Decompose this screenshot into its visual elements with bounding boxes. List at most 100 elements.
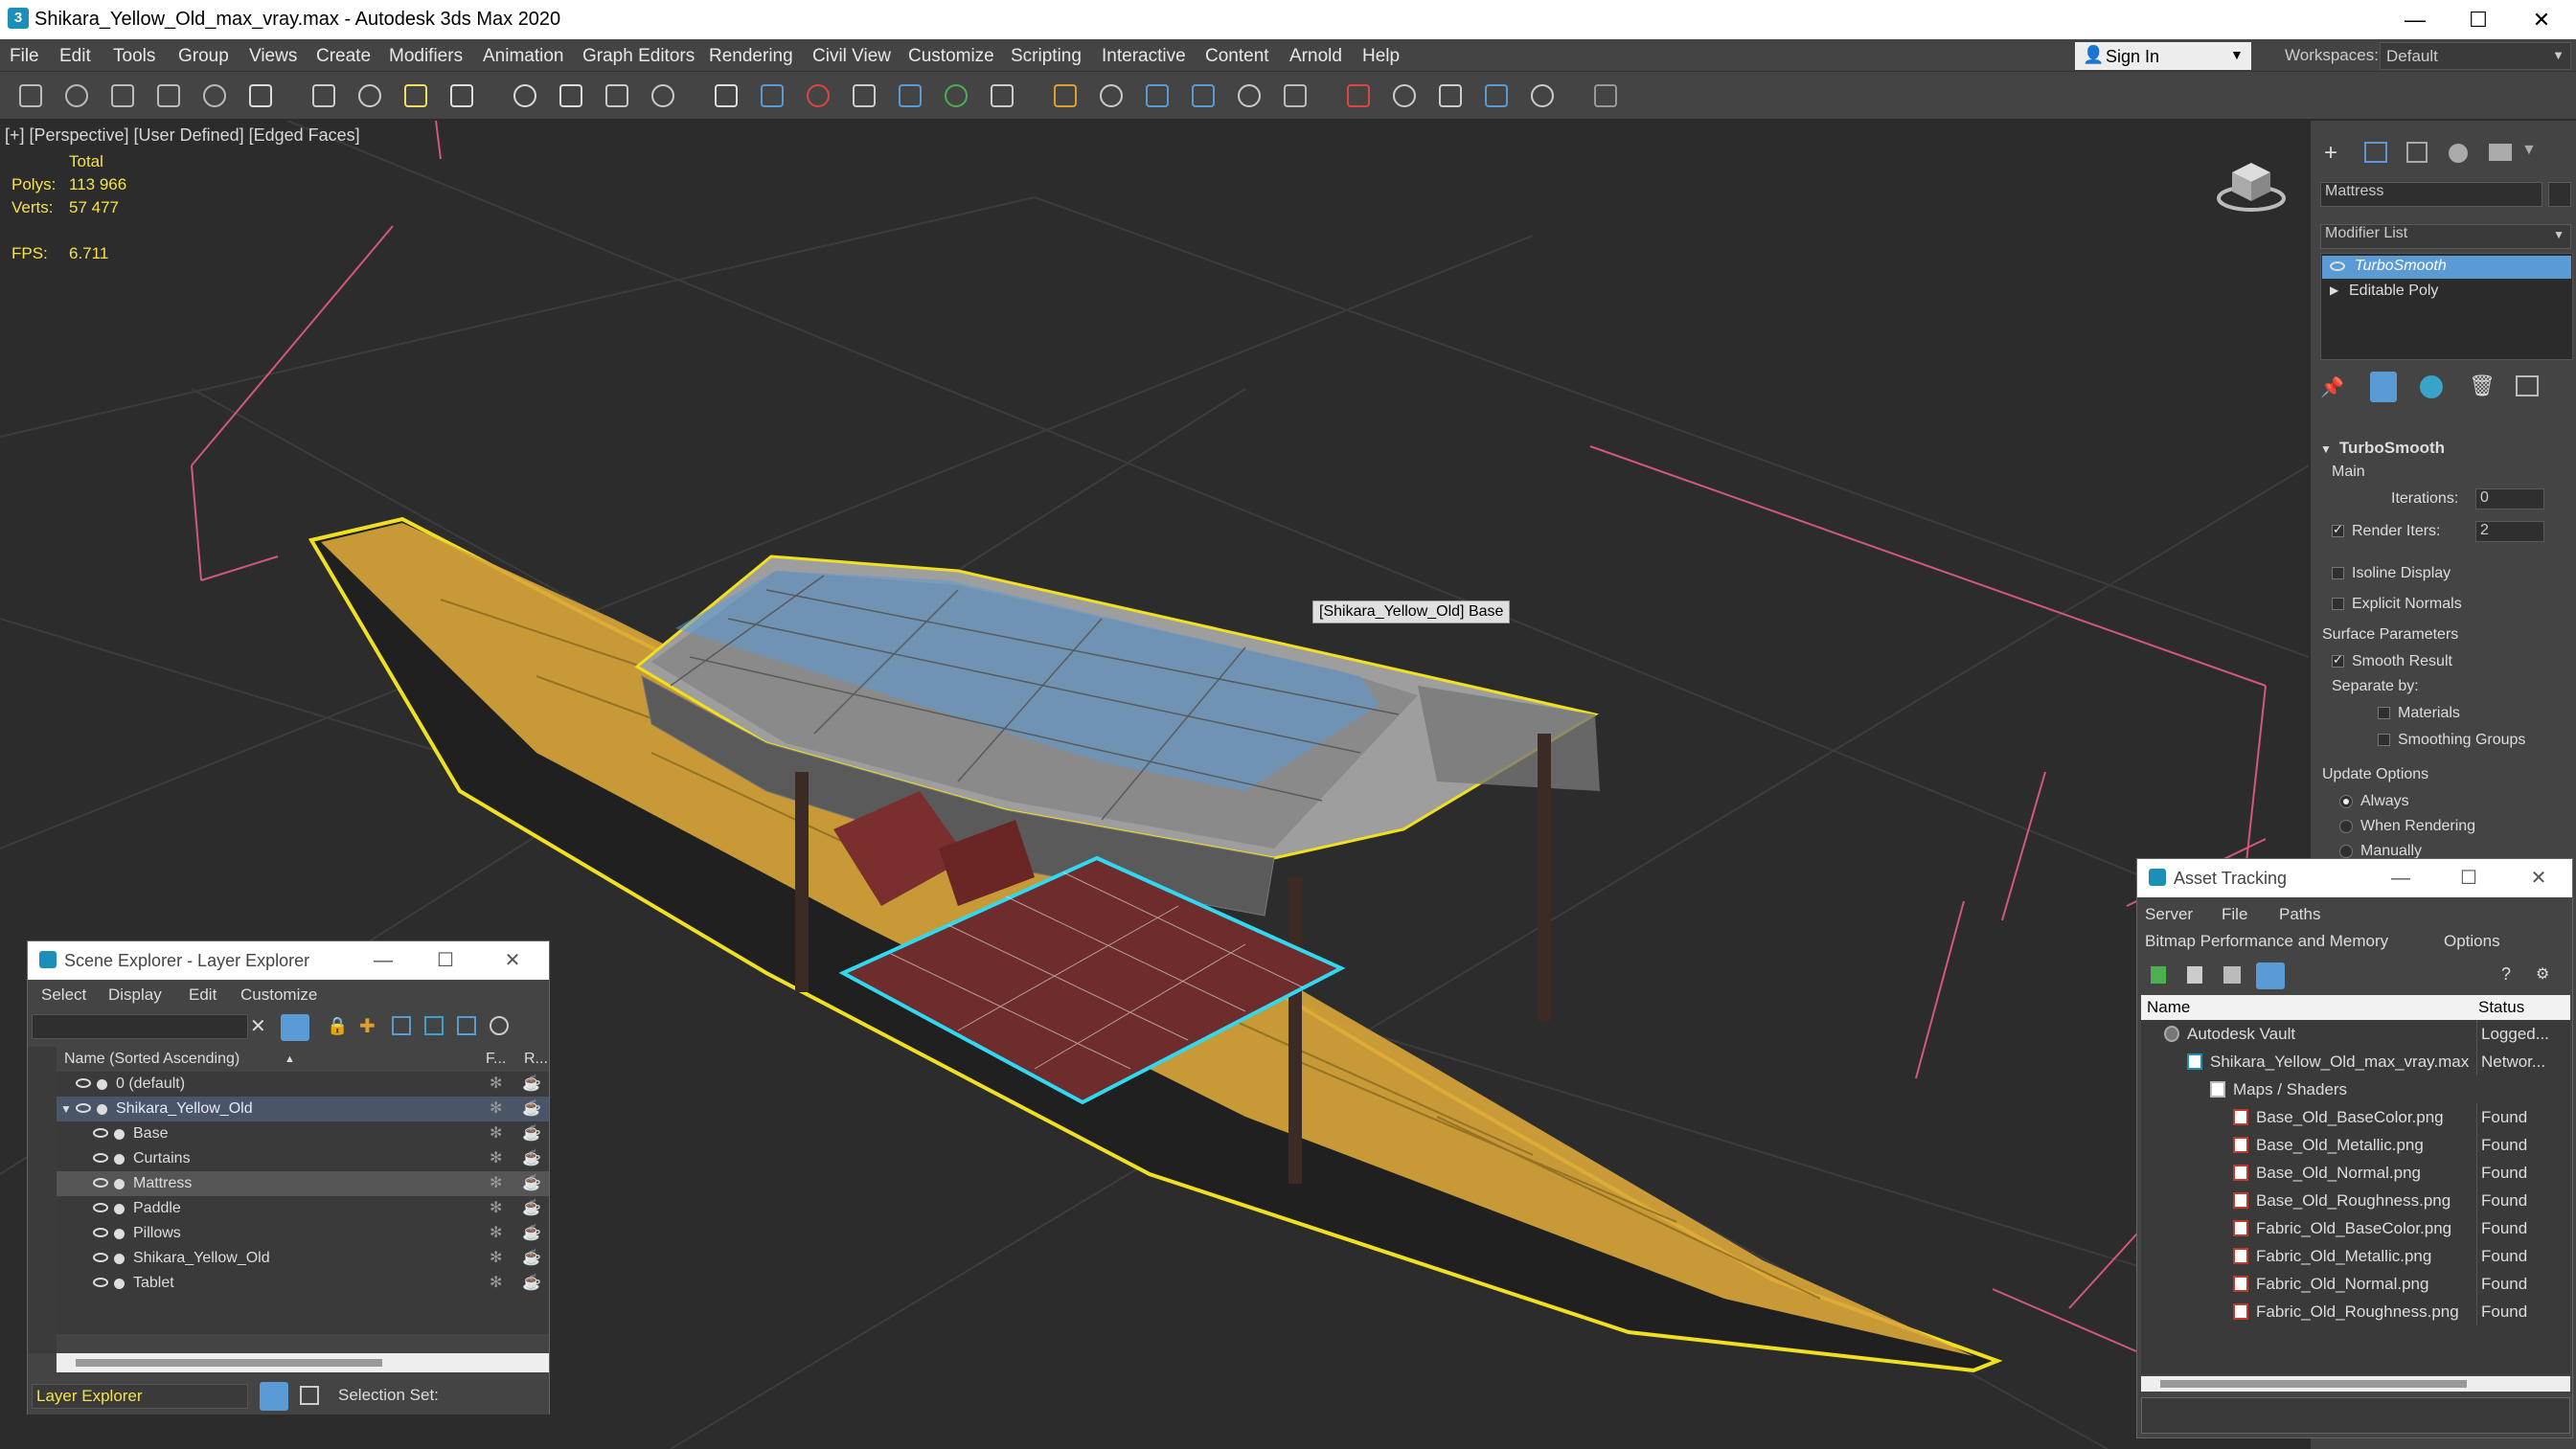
at-menu-server[interactable]: Server <box>2145 905 2193 924</box>
move-icon[interactable] <box>513 84 536 107</box>
keyboard-shortcut-icon[interactable] <box>715 84 738 107</box>
isoline-display-checkbox[interactable] <box>2332 567 2344 580</box>
menu-customize[interactable]: Customize <box>908 46 994 67</box>
menu-graph-editors[interactable]: Graph Editors <box>582 46 695 67</box>
smooth-result-row[interactable]: Smooth Result <box>2332 652 2452 670</box>
menu-arnold[interactable]: Arnold <box>1289 46 1342 67</box>
stack-item-editable-poly[interactable]: ▶ Editable Poly <box>2322 281 2571 304</box>
iterations-spinner[interactable]: 0 <box>2475 488 2544 509</box>
freeze-icon[interactable]: ✻ <box>490 1221 502 1246</box>
render-toggle-icon[interactable] <box>114 1254 125 1264</box>
create-tab-icon[interactable]: + <box>2324 140 2337 167</box>
eye-icon[interactable] <box>93 1278 108 1287</box>
asset-row[interactable]: Base_Old_Normal.png Found <box>2141 1159 2570 1187</box>
sign-in-button[interactable]: 👤 Sign In ▼ <box>2075 42 2251 70</box>
rect-region-icon[interactable] <box>404 84 427 107</box>
layers-icon[interactable] <box>392 1016 411 1035</box>
freeze-icon[interactable]: ✻ <box>490 1072 502 1097</box>
asset-row[interactable]: Base_Old_BaseColor.png Found <box>2141 1103 2570 1131</box>
object-row[interactable]: Curtains ✻ ☕ <box>57 1146 549 1171</box>
freeze-icon[interactable]: ✻ <box>490 1097 502 1121</box>
curve-editor-icon[interactable] <box>1238 84 1261 107</box>
minimize-button[interactable]: — <box>353 941 413 980</box>
se-menu-display[interactable]: Display <box>108 985 162 1005</box>
menu-modifiers[interactable]: Modifiers <box>389 46 463 67</box>
viewport-label[interactable]: [+] [Perspective] [User Defined] [Edged … <box>5 125 360 146</box>
object-name-input[interactable]: Mattress <box>2320 182 2542 207</box>
asset-row[interactable]: Base_Old_Roughness.png Found <box>2141 1187 2570 1214</box>
asset-row[interactable]: Fabric_Old_BaseColor.png Found <box>2141 1214 2570 1242</box>
explicit-normals-row[interactable]: Explicit Normals <box>2332 596 2462 613</box>
table-view-icon[interactable] <box>2256 962 2285 989</box>
settings-icon[interactable]: ⚙ <box>2536 964 2549 984</box>
minimize-button[interactable]: — <box>2385 0 2445 39</box>
renderable-icon[interactable]: ☕ <box>522 1271 541 1296</box>
column-status-header[interactable]: Status <box>2478 995 2524 1020</box>
materials-checkbox[interactable] <box>2378 707 2390 720</box>
at-menu-options[interactable]: Options <box>2444 932 2500 951</box>
show-end-result-icon[interactable] <box>2370 372 2397 402</box>
detail-view-icon[interactable] <box>2223 966 2241 984</box>
select-by-name-icon[interactable] <box>358 84 381 107</box>
update-when-rendering-radio[interactable] <box>2339 819 2353 833</box>
align-icon[interactable] <box>1054 84 1077 107</box>
horizontal-scrollbar[interactable] <box>2141 1376 2570 1392</box>
column-name-header[interactable]: Name <box>2147 995 2190 1020</box>
clear-search-icon[interactable]: ✕ <box>250 1014 266 1038</box>
close-button[interactable]: ✕ <box>2512 0 2571 39</box>
freeze-icon[interactable]: ✻ <box>490 1271 502 1296</box>
isoline-display-row[interactable]: Isoline Display <box>2332 565 2451 582</box>
renderable-icon[interactable]: ☕ <box>522 1246 541 1271</box>
turbosmooth-rollout-title[interactable]: ▼ TurboSmooth <box>2320 439 2445 458</box>
object-row[interactable]: Tablet ✻ ☕ <box>57 1271 549 1296</box>
freeze-icon[interactable]: ✻ <box>490 1121 502 1146</box>
expand-icon[interactable]: ▼ <box>60 1097 72 1121</box>
menu-rendering[interactable]: Rendering <box>709 46 793 67</box>
display-tab-icon[interactable] <box>2489 144 2512 161</box>
redo-icon[interactable] <box>65 84 88 107</box>
asset-row[interactable]: Base_Old_Metallic.png Found <box>2141 1131 2570 1159</box>
hierarchy-icon[interactable] <box>424 1016 444 1035</box>
render-icon[interactable] <box>1485 84 1508 107</box>
freeze-icon[interactable]: ✻ <box>490 1171 502 1196</box>
se-menu-select[interactable]: Select <box>41 985 86 1005</box>
menu-edit[interactable]: Edit <box>59 46 91 67</box>
renderable-icon[interactable]: ☕ <box>522 1221 541 1246</box>
spinner-snap-icon[interactable] <box>899 84 922 107</box>
viewcube[interactable] <box>2208 148 2294 215</box>
close-button[interactable]: ✕ <box>2509 859 2568 897</box>
stack-item-turbosmooth[interactable]: TurboSmooth <box>2322 256 2571 279</box>
se-menu-edit[interactable]: Edit <box>189 985 217 1005</box>
hierarchy-explorer-icon[interactable] <box>300 1386 319 1405</box>
horizontal-scrollbar[interactable] <box>57 1353 549 1372</box>
schematic-view-icon[interactable] <box>1284 84 1307 107</box>
eye-icon[interactable] <box>93 1178 108 1188</box>
renderable-icon[interactable]: ☕ <box>522 1171 541 1196</box>
eye-icon[interactable] <box>93 1253 108 1262</box>
object-row[interactable]: Pillows ✻ ☕ <box>57 1221 549 1246</box>
add-layer-icon[interactable]: ✚ <box>359 1014 376 1038</box>
update-manually-radio[interactable] <box>2339 844 2353 858</box>
menu-civil-view[interactable]: Civil View <box>812 46 891 67</box>
bind-spacewarp-icon[interactable] <box>203 84 226 107</box>
menu-help[interactable]: Help <box>1362 46 1400 67</box>
menu-create[interactable]: Create <box>316 46 371 67</box>
asset-row[interactable]: Fabric_Old_Metallic.png Found <box>2141 1242 2570 1270</box>
help-icon[interactable] <box>1594 84 1617 107</box>
smoothing-groups-checkbox[interactable] <box>2378 734 2390 747</box>
unlink-icon[interactable] <box>157 84 180 107</box>
column-render-header[interactable]: R... <box>524 1047 548 1072</box>
render-setup-icon[interactable] <box>1393 84 1416 107</box>
snaps-icon[interactable] <box>761 84 784 107</box>
object-row[interactable]: Shikara_Yellow_Old ✻ ☕ <box>57 1246 549 1271</box>
rendered-frame-icon[interactable] <box>1439 84 1462 107</box>
select-manipulate-icon[interactable] <box>651 84 674 107</box>
renderable-icon[interactable]: ☕ <box>522 1072 541 1097</box>
scrollbar-thumb[interactable] <box>76 1359 382 1367</box>
render-iterative-icon[interactable] <box>1531 84 1554 107</box>
materials-row[interactable]: Materials <box>2378 705 2460 722</box>
smooth-result-checkbox[interactable] <box>2332 652 2344 668</box>
maximize-button[interactable]: ☐ <box>416 941 475 980</box>
refresh-icon[interactable] <box>2151 966 2166 984</box>
menu-group[interactable]: Group <box>178 46 229 67</box>
